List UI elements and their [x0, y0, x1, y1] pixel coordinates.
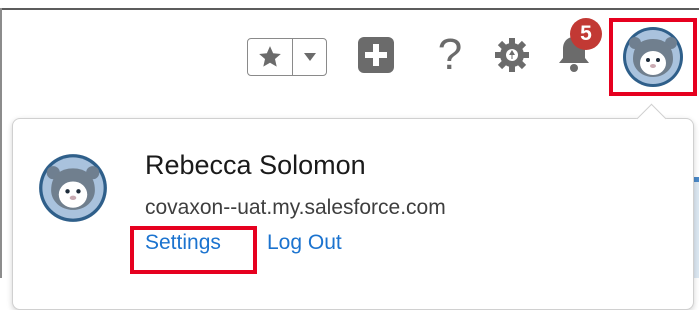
- favorites-button[interactable]: [247, 38, 327, 76]
- header-border: [0, 8, 699, 10]
- gear-icon[interactable]: [493, 36, 531, 74]
- window-border: [0, 8, 2, 278]
- profile-avatar: [39, 154, 107, 222]
- avatar: [623, 27, 683, 87]
- notification-badge: 5: [570, 18, 602, 50]
- help-icon[interactable]: ?: [432, 30, 468, 80]
- user-avatar-button[interactable]: [609, 18, 697, 96]
- logout-link[interactable]: Log Out: [267, 231, 342, 255]
- star-icon[interactable]: [248, 39, 293, 75]
- global-header: ? 5: [0, 0, 699, 112]
- chevron-down-icon[interactable]: [293, 39, 326, 75]
- profile-domain: covaxon--uat.my.salesforce.com: [145, 196, 446, 219]
- profile-name: Rebecca Solomon: [145, 150, 366, 180]
- settings-highlight: [130, 226, 257, 274]
- plus-icon[interactable]: [357, 36, 395, 74]
